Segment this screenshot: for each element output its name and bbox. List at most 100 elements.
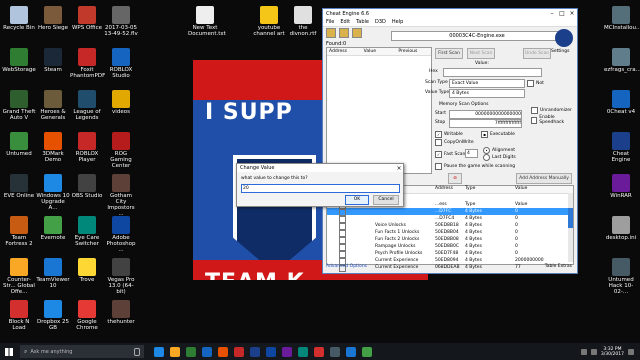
desktop-icon[interactable]: Team Fortress 2 — [2, 216, 36, 247]
open-process-icon[interactable] — [326, 28, 336, 38]
desktop-icon[interactable]: Dropbox 25 GB — [36, 300, 70, 331]
taskbar-app-icon[interactable] — [330, 346, 340, 357]
executable-checkbox[interactable]: ▪ Executable — [481, 131, 515, 138]
desktop-icon[interactable]: Adobe Photoshop ... — [104, 216, 138, 253]
clock[interactable]: 3:32 PM 3/30/2017 — [601, 347, 624, 357]
notifications-icon[interactable] — [628, 348, 634, 355]
maximize-icon[interactable]: □ — [557, 9, 567, 18]
value-input[interactable] — [443, 68, 542, 77]
col-type[interactable]: Type — [465, 186, 515, 193]
col-value[interactable]: Value — [515, 186, 573, 193]
value-type-select[interactable]: 4 Bytes — [449, 89, 525, 98]
fast-scan-input[interactable]: 4 — [465, 149, 478, 158]
taskbar-app-icon[interactable] — [282, 346, 292, 357]
desktop-icon[interactable]: WinRAR — [604, 174, 638, 199]
taskbar-app-icon[interactable] — [186, 346, 196, 357]
ok-button[interactable]: OK — [345, 195, 369, 205]
scan-results-list[interactable]: Address Value Previous — [326, 47, 432, 174]
table-row[interactable]: Current Experience 50ED8094 4 Bytes 2000000… — [327, 257, 573, 265]
col-previous[interactable]: Previous — [396, 48, 431, 55]
desktop-icon[interactable]: League of Legends — [70, 90, 104, 121]
writable-checkbox[interactable]: ✓ Writable — [435, 131, 463, 138]
col-address[interactable]: Address — [327, 48, 362, 55]
taskbar-app-icon[interactable] — [298, 346, 308, 357]
taskbar-app-icon[interactable] — [170, 346, 180, 357]
next-scan-button[interactable]: Next Scan — [467, 48, 495, 59]
table-extras-link[interactable]: Table Extras — [545, 264, 572, 272]
taskbar-app-icon[interactable] — [202, 346, 212, 357]
col-address[interactable]: Address — [435, 186, 465, 193]
taskbar-app-icon[interactable] — [218, 346, 228, 357]
table-row[interactable]: Psych Profile Unlocks 50ED7F48 4 Bytes 0 — [327, 250, 573, 258]
table-row[interactable]: Voice Unlocks 50ED8B18 4 Bytes 0 — [327, 222, 573, 230]
desktop-icon[interactable]: Hero Siege — [36, 6, 70, 31]
speedhack-checkbox[interactable]: Enable Speedhack — [531, 115, 575, 125]
open-file-icon[interactable] — [339, 28, 349, 38]
desktop-icon[interactable]: WPS Office — [70, 6, 104, 31]
desktop-icon[interactable]: MCInstallou... — [604, 6, 640, 31]
desktop-icon[interactable]: Grand Theft Auto V — [2, 90, 36, 121]
taskbar-app-icon[interactable] — [346, 346, 356, 357]
menu-table[interactable]: Table — [356, 19, 369, 25]
network-icon[interactable] — [580, 348, 587, 355]
search-box[interactable]: ⌕ Ask me anything — [20, 345, 144, 358]
desktop-icon[interactable]: Eye Care Switcher — [70, 216, 104, 247]
desktop-icon[interactable]: Foxit PhantomPDF — [70, 48, 105, 79]
desktop-icon[interactable]: WebStorage — [2, 48, 36, 73]
cancel-button[interactable]: Cancel — [373, 195, 399, 205]
desktop-icon[interactable]: Recycle Bin — [2, 6, 36, 31]
desktop-icon[interactable]: Untumed — [2, 132, 36, 157]
desktop-icon[interactable]: Gotham City Impostors ... — [104, 174, 138, 217]
table-row[interactable]: Rampage Unlocks 50ED8B0C 4 Bytes 0 — [327, 243, 573, 251]
active-checkbox[interactable] — [337, 229, 375, 237]
desktop-icon[interactable]: Untumed Hack 10-02-... — [604, 258, 638, 295]
volume-icon[interactable] — [590, 348, 597, 355]
active-checkbox[interactable] — [337, 236, 375, 244]
microphone-icon[interactable] — [134, 347, 140, 356]
desktop-icon[interactable]: ROBLOX Studio — [104, 48, 138, 79]
taskbar-app-icon[interactable] — [266, 346, 276, 357]
taskbar-app-icon[interactable] — [362, 346, 372, 357]
desktop-icon[interactable]: Block N Load — [2, 300, 36, 331]
start-button[interactable] — [0, 343, 18, 360]
table-row[interactable]: Fun Facts 2 Unlocks 50ED8B08 4 Bytes 0 — [327, 236, 573, 244]
fast-scan-checkbox[interactable]: ✓ Fast Scan — [435, 151, 465, 158]
last-digits-radio[interactable]: Last Digits — [483, 154, 516, 161]
close-icon[interactable]: × — [567, 9, 577, 18]
active-checkbox[interactable] — [337, 215, 375, 223]
taskbar-app-icon[interactable] — [234, 346, 244, 357]
desktop-icon[interactable]: thehunter — [104, 300, 138, 325]
pause-game-checkbox[interactable]: Pause the game while scanning — [435, 163, 515, 170]
minimize-icon[interactable]: – — [547, 9, 557, 18]
taskbar-app-icon[interactable] — [154, 346, 164, 357]
dialog-titlebar[interactable]: Change Value × — [237, 164, 403, 172]
desktop-icon[interactable]: Google Chrome — [70, 300, 104, 331]
window-titlebar[interactable]: Cheat Engine 6.6 – □ × — [323, 9, 577, 18]
active-checkbox[interactable] — [337, 222, 375, 230]
desktop-icon[interactable]: Steam — [36, 48, 70, 73]
desktop-icon[interactable]: Heroes & Generals — [36, 90, 70, 121]
desktop-icon[interactable]: ROBLOX Player — [70, 132, 104, 163]
start-address-input[interactable]: 0000000000000000 — [449, 110, 522, 119]
desktop-icon[interactable]: New Text Document.txt — [188, 6, 226, 37]
active-checkbox[interactable] — [337, 257, 375, 265]
desktop-icon[interactable]: 0Cheat v4 — [604, 90, 638, 115]
table-row[interactable]: ...D7FC 4 Bytes 0 — [327, 208, 573, 216]
desktop-icon[interactable]: EVE Online — [2, 174, 36, 199]
menu-edit[interactable]: Edit — [340, 19, 350, 25]
desktop-icon[interactable]: 3DMark Demo — [36, 132, 70, 163]
stop-address-input[interactable]: 7fffffffffffffff — [449, 119, 522, 128]
copyonwrite-checkbox[interactable]: CopyOnWrite — [435, 139, 474, 146]
new-value-input[interactable]: 20 — [241, 184, 400, 193]
add-address-manually-button[interactable]: Add Address Manually — [516, 173, 572, 184]
menu-file[interactable]: File — [326, 19, 334, 25]
desktop-icon[interactable]: Cheat Engine — [604, 132, 638, 163]
active-checkbox[interactable] — [337, 243, 375, 251]
desktop-icon[interactable]: Evernote — [36, 216, 70, 241]
scan-type-select[interactable]: Exact Value — [449, 79, 525, 88]
desktop-icon[interactable]: Windows 10 Upgrade A... — [36, 174, 70, 211]
desktop-icon[interactable]: OBS Studio — [70, 174, 104, 199]
desktop-icon[interactable]: TeamViewer 10 — [36, 258, 70, 289]
alignment-radio[interactable]: • Alignment — [483, 147, 515, 154]
desktop-icon[interactable]: the divnon.rtf — [286, 6, 320, 37]
